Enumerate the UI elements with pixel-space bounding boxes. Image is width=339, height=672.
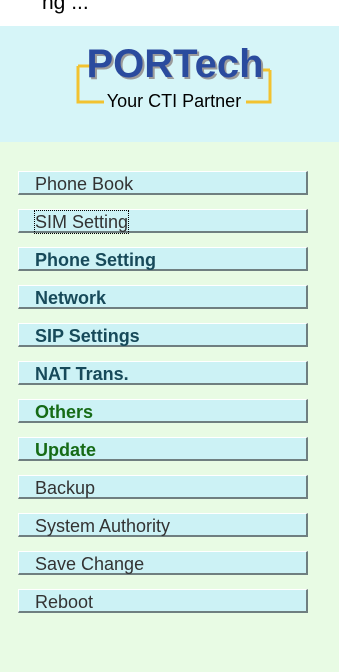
header: PORTech PORTech Your CTI Partner (0, 26, 339, 142)
menu-item-label: Phone Setting (35, 250, 156, 270)
menu-item-network[interactable]: Network (18, 285, 308, 309)
menu-item-save-change[interactable]: Save Change (18, 551, 308, 575)
logo-tagline: Your CTI Partner (107, 91, 241, 111)
portech-logo: PORTech PORTech Your CTI Partner (76, 42, 272, 111)
menu-item-update[interactable]: Update (18, 437, 308, 461)
menu-item-label: Network (35, 288, 107, 308)
top-strip: ng ... (0, 0, 339, 26)
menu-item-label: Save Change (35, 554, 145, 574)
menu-item-backup[interactable]: Backup (18, 475, 308, 499)
logo-brand-text: PORTech (86, 42, 263, 86)
side-menu: Phone Book SIM Setting Phone Setting Net… (18, 171, 338, 627)
menu-item-sip-settings[interactable]: SIP Settings (18, 323, 308, 347)
menu-item-sim-setting[interactable]: SIM Setting (18, 209, 308, 234)
menu-item-label: Reboot (35, 592, 94, 612)
menu-item-phone-book[interactable]: Phone Book (18, 171, 308, 195)
menu-item-label: System Authority (35, 516, 171, 536)
menu-item-label: Others (35, 402, 94, 422)
menu-item-label: SIP Settings (35, 326, 140, 346)
menu-item-label: SIM Setting (33, 210, 130, 234)
menu-item-label: NAT Trans. (35, 364, 129, 384)
menu-item-label: Backup (35, 478, 96, 498)
top-fragment-text: ng ... (42, 0, 89, 14)
menu-item-system-authority[interactable]: System Authority (18, 513, 308, 537)
menu-item-reboot[interactable]: Reboot (18, 589, 308, 613)
menu-item-nat-trans[interactable]: NAT Trans. (18, 361, 308, 385)
menu-item-phone-setting[interactable]: Phone Setting (18, 247, 308, 271)
menu-item-label: Update (35, 440, 97, 460)
menu-item-others[interactable]: Others (18, 399, 308, 423)
menu-item-label: Phone Book (35, 174, 134, 194)
